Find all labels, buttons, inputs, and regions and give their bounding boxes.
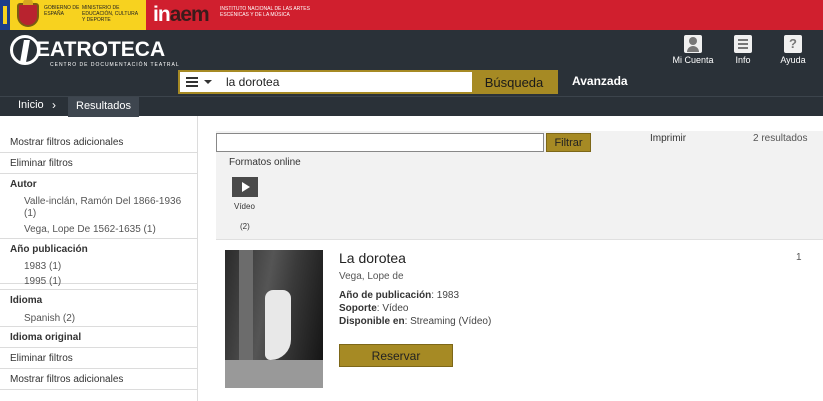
- result-support: Soporte: Vídeo: [339, 303, 409, 314]
- play-icon[interactable]: [232, 177, 258, 197]
- breadcrumb-home[interactable]: Inicio: [18, 99, 44, 111]
- coat-of-arms-icon: [17, 0, 39, 27]
- available-field-label: Disponible en: [339, 316, 405, 327]
- user-icon: [684, 35, 702, 53]
- video-format-label[interactable]: Vídeo: [234, 202, 255, 211]
- language-label: Idioma: [10, 295, 43, 306]
- info-link[interactable]: Info: [718, 35, 768, 65]
- result-divider: [216, 239, 823, 240]
- year-value: 1983: [436, 290, 460, 301]
- government-banner: GOBIERNO DE ESPAÑA MINISTERIO DE EDUCACI…: [0, 0, 823, 30]
- result-availability: Disponible en: Streaming (Vídeo): [339, 316, 492, 327]
- thumbnail-column: [239, 250, 253, 370]
- thumbnail-floor: [225, 360, 323, 388]
- year-label: Año publicación: [10, 244, 88, 255]
- language-filter-spanish[interactable]: Spanish (2): [24, 313, 194, 325]
- result-thumbnail[interactable]: [225, 250, 323, 388]
- info-label: Info: [735, 55, 751, 65]
- help-label: Ayuda: [780, 55, 806, 65]
- logo-title[interactable]: EATROTECA: [36, 39, 165, 61]
- filter-button[interactable]: Filtrar: [546, 133, 591, 152]
- result-title[interactable]: La dorotea: [339, 250, 406, 266]
- year-filter-1983[interactable]: 1983 (1): [24, 261, 194, 273]
- flag-icon: [0, 0, 10, 30]
- author-filter-vega[interactable]: Vega, Lope De 1562-1635 (1): [24, 224, 194, 236]
- gobierno-label: GOBIERNO DE ESPAÑA: [44, 5, 80, 17]
- support-field-label: Soporte: [339, 303, 377, 314]
- video-format-count: (2): [240, 222, 250, 231]
- thumbnail-figure: [265, 290, 291, 360]
- government-logo-area: GOBIERNO DE ESPAÑA MINISTERIO DE EDUCACI…: [0, 0, 146, 30]
- my-account-link[interactable]: Mi Cuenta: [668, 35, 718, 65]
- help-icon: ?: [784, 35, 802, 53]
- support-value: Vídeo: [382, 303, 409, 314]
- show-more-filters-bottom[interactable]: Mostrar filtros adicionales: [0, 369, 197, 390]
- result-year: Año de publicación: 1983: [339, 290, 460, 301]
- breadcrumb: Inicio › Resultados: [0, 96, 823, 117]
- info-icon: [734, 35, 752, 53]
- search-input[interactable]: [226, 73, 470, 91]
- logo-subtitle: CENTRO DE DOCUMENTACIÓN TEATRAL: [50, 62, 180, 68]
- filter-sidebar: Mostrar filtros adicionales Eliminar fil…: [0, 132, 198, 401]
- author-label: Autor: [10, 179, 37, 190]
- chevron-right-icon: ›: [52, 98, 56, 112]
- inaem-suffix: aem: [169, 3, 210, 26]
- breadcrumb-current: Resultados: [68, 97, 140, 117]
- result-author[interactable]: Vega, Lope de: [339, 271, 404, 282]
- my-account-label: Mi Cuenta: [672, 55, 714, 65]
- menu-icon: [186, 81, 198, 83]
- advanced-search-link[interactable]: Avanzada: [572, 74, 628, 88]
- original-language-filter[interactable]: Idioma original: [0, 327, 197, 348]
- chevron-down-icon: [204, 80, 212, 84]
- year-filter-1995[interactable]: 1995 (1): [24, 276, 194, 288]
- online-formats-label: Formatos online: [229, 157, 301, 168]
- reserve-button[interactable]: Reservar: [339, 344, 453, 367]
- filter-input[interactable]: [216, 133, 544, 152]
- search-type-dropdown[interactable]: [180, 72, 222, 92]
- site-header: EATROTECA CENTRO DE DOCUMENTACIÓN TEATRA…: [0, 30, 823, 96]
- inaem-full-name: INSTITUTO NACIONAL DE LAS ARTES ESCÉNICA…: [220, 6, 310, 18]
- inaem-prefix: in: [153, 3, 171, 26]
- result-count: 2 resultados: [753, 133, 808, 144]
- show-more-filters-top[interactable]: Mostrar filtros adicionales: [0, 132, 197, 153]
- print-link[interactable]: Imprimir: [650, 133, 686, 144]
- author-filter-valle-inclan[interactable]: Valle-inclán, Ramón Del 1866-1936 (1): [24, 196, 194, 220]
- clear-filters-bottom[interactable]: Eliminar filtros: [0, 348, 197, 369]
- clear-filters-top[interactable]: Eliminar filtros: [0, 153, 197, 174]
- inaem-logo[interactable]: inaem: [153, 3, 210, 27]
- available-value: Streaming (Vídeo): [410, 316, 492, 327]
- search-button[interactable]: Búsqueda: [472, 72, 556, 92]
- ministerio-label: MINISTERIO DE EDUCACIÓN, CULTURA Y DEPOR…: [82, 5, 138, 23]
- search-bar: Búsqueda: [178, 70, 558, 94]
- help-link[interactable]: ? Ayuda: [768, 35, 818, 65]
- result-index: 1: [796, 252, 802, 263]
- year-field-label: Año de publicación: [339, 290, 432, 301]
